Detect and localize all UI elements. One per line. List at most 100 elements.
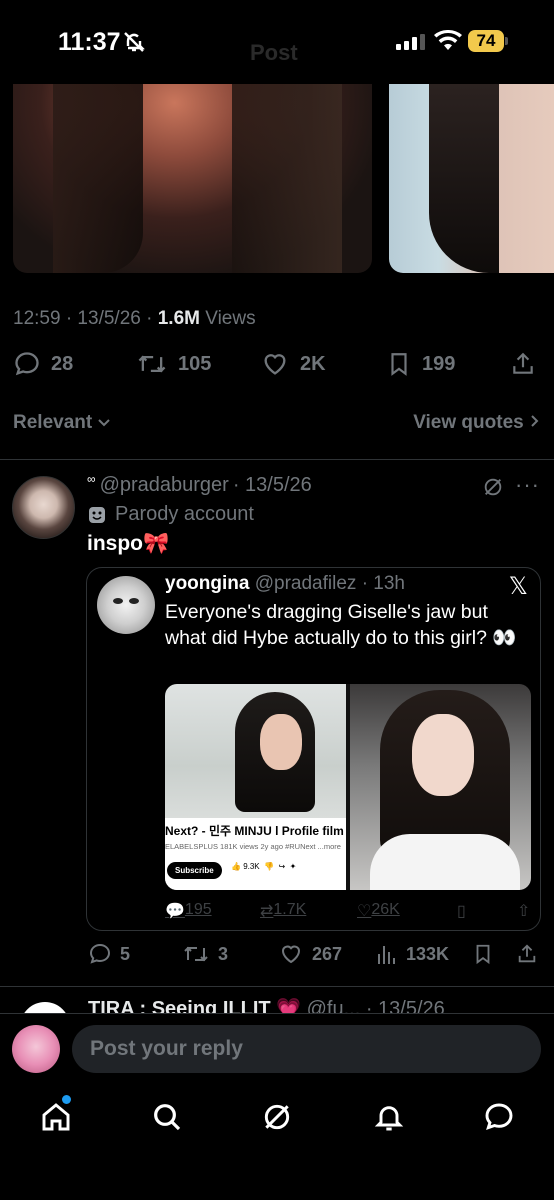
wifi-icon [434, 30, 462, 50]
signal-icon [396, 34, 425, 50]
notifications-bell-icon[interactable] [373, 1101, 405, 1133]
reply-handle[interactable]: @pradaburger [100, 474, 229, 497]
more-options-icon[interactable]: ··· [515, 472, 540, 498]
reply-icon [89, 943, 111, 964]
divider [0, 459, 554, 460]
next-post-date: · 13/5/26 [365, 998, 445, 1013]
like-button[interactable]: 2K [260, 350, 326, 378]
quoted-reposts-count: 1.7K [273, 901, 307, 918]
divider [0, 986, 554, 987]
post-meta: 12:59 · 13/5/26 · 1.6M Views [13, 308, 256, 330]
video-title: Next? - 민주 MINJU l Profile film [165, 824, 344, 838]
quoted-likes[interactable]: ♡ 26K [357, 901, 400, 921]
reply-repost-count: 3 [218, 943, 229, 964]
quoted-time: · 13h [361, 573, 405, 594]
repost-button[interactable]: 105 [136, 350, 211, 378]
reply-views-count: 133K [406, 943, 450, 964]
next-post-peek[interactable]: TIRA : Seeing ILLIT 💗 @fu... · 13/5/26 [0, 988, 554, 1013]
reply-share-button[interactable] [516, 942, 538, 966]
reply-views-button[interactable]: 133K [376, 942, 449, 966]
chevron-down-icon [98, 419, 111, 427]
reply-like-button[interactable]: 267 [278, 942, 342, 966]
share-icon [513, 352, 533, 374]
video-meta: ELABELSPLUS 181K views 2y ago #RUNext ..… [165, 842, 341, 851]
quoted-media[interactable]: Next? - 민주 MINJU l Profile film ELABELSP… [165, 684, 531, 890]
reply-avatar[interactable] [12, 476, 75, 539]
reply-bookmark-button[interactable] [472, 942, 494, 966]
share-button[interactable] [510, 350, 536, 378]
x-logo-icon: 𝕏 [508, 573, 528, 600]
search-icon[interactable] [151, 1101, 183, 1133]
share-icon [518, 944, 536, 963]
parody-label: Parody account [87, 503, 254, 526]
next-post-name: TIRA : Seeing ILLIT 💗 [88, 998, 302, 1013]
quoted-replies-count: 195 [184, 901, 212, 918]
post-views-label: Views [199, 308, 256, 329]
view-quotes-link[interactable]: View quotes [413, 412, 541, 434]
quoted-header: yoongina @pradafilez · 13h [165, 573, 405, 595]
post-image-left[interactable] [13, 84, 372, 273]
reply-header: ∞ @pradaburger · 13/5/26 [87, 471, 312, 497]
quoted-name[interactable]: yoongina [165, 573, 249, 594]
views-chart-icon [378, 946, 395, 964]
reply-input[interactable]: Post your reply [72, 1025, 541, 1073]
silent-bell-icon [124, 32, 145, 52]
reply-sort-bar: Relevant View quotes [13, 412, 541, 434]
grok-icon[interactable] [261, 1101, 293, 1133]
next-post-header: TIRA : Seeing ILLIT 💗 @fu... · 13/5/26 [88, 996, 445, 1013]
faded-page-title: Post [250, 40, 298, 65]
next-post-avatar[interactable] [20, 1002, 70, 1013]
messages-icon[interactable] [483, 1101, 515, 1133]
reply-composer: Post your reply [0, 1013, 554, 1083]
home-icon[interactable] [40, 1101, 72, 1133]
heart-icon [264, 354, 286, 375]
chevron-right-icon [531, 415, 539, 427]
reply-reply-button[interactable]: 5 [88, 942, 130, 966]
reply-reply-count: 5 [120, 943, 131, 964]
sort-label: Relevant [13, 412, 93, 433]
user-avatar[interactable] [12, 1025, 60, 1073]
quoted-reposts[interactable]: ⇄ 1.7K [260, 901, 306, 921]
quoted-likes-count: 26K [371, 901, 400, 918]
repost-icon [138, 355, 166, 373]
quoted-image-right[interactable] [350, 684, 531, 890]
theater-masks-icon [89, 506, 105, 523]
quoted-replies[interactable]: 💬 195 [165, 901, 212, 921]
video-likes: 9.3K [243, 862, 260, 871]
quoted-avatar[interactable] [97, 576, 155, 634]
post-views-count: 1.6M [157, 308, 200, 329]
battery-tip [505, 37, 508, 45]
battery-indicator: 74 [468, 30, 504, 52]
heart-icon [281, 945, 301, 964]
like-count: 2K [300, 352, 326, 375]
notification-dot [62, 1095, 71, 1104]
quoted-post-card[interactable]: yoongina @pradafilez · 13h 𝕏 Everyone's … [86, 567, 541, 931]
quoted-image-left[interactable]: Next? - 민주 MINJU l Profile film ELABELSP… [165, 684, 346, 890]
quoted-share-icon[interactable]: ⇧ [517, 901, 530, 921]
post-actions: 28 105 2K 199 [0, 350, 554, 386]
repost-count: 105 [178, 352, 212, 375]
grok-icon[interactable] [482, 476, 504, 498]
quoted-text: Everyone's dragging Giselle's jaw but wh… [165, 601, 517, 649]
quoted-handle[interactable]: @pradafilez [255, 573, 357, 594]
post-timestamp: 12:59 · 13/5/26 · [13, 308, 158, 329]
post-image-right[interactable] [389, 84, 554, 273]
sort-dropdown[interactable]: Relevant [13, 412, 111, 433]
bookmark-icon [476, 944, 490, 965]
reply-date: · 13/5/26 [232, 474, 312, 496]
view-quotes-label: View quotes [413, 412, 524, 433]
status-bar: 11:37 Post 74 [0, 0, 554, 84]
quoted-bookmark-icon[interactable]: ▯ [457, 901, 466, 921]
reply-like-count: 267 [312, 943, 343, 964]
bottom-tab-bar [0, 1083, 554, 1200]
affiliate-badge-icon: ∞ [87, 471, 96, 486]
status-time: 11:37 [58, 28, 121, 56]
parody-text: Parody account [115, 503, 254, 525]
reply-repost-button[interactable]: 3 [182, 942, 228, 966]
reply-button[interactable]: 28 [13, 350, 73, 378]
subscribe-chip: Subscribe [167, 862, 222, 879]
reply-text: inspo🎀 [87, 532, 170, 555]
next-post-handle: @fu... [306, 998, 361, 1013]
bookmark-button[interactable]: 199 [386, 350, 455, 378]
video-caption: Next? - 민주 MINJU l Profile film ELABELSP… [165, 818, 346, 890]
